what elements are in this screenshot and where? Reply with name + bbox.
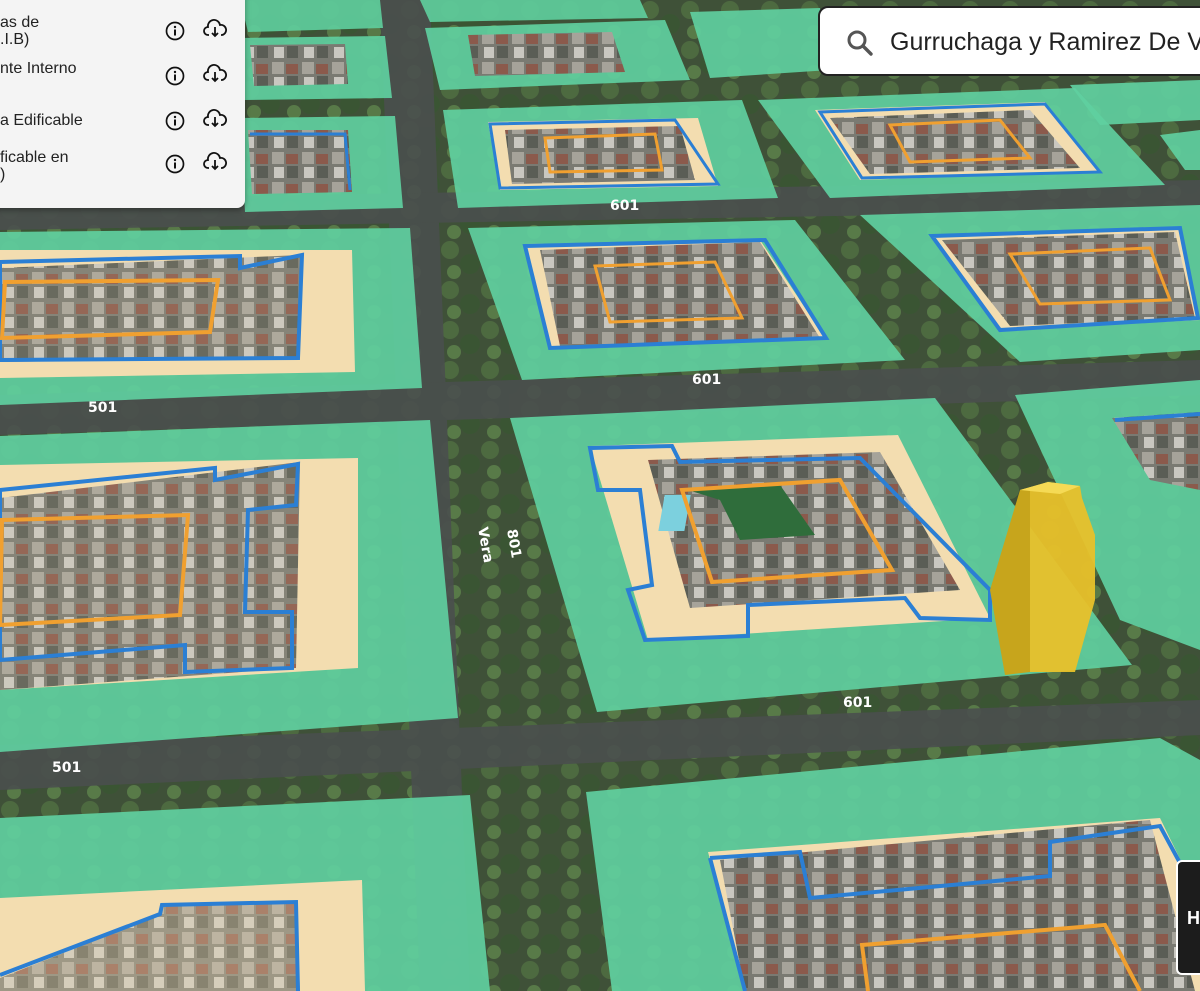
layer-label: as de .I.B): [0, 14, 40, 48]
street-label: 601: [692, 372, 721, 388]
city-block[interactable]: [690, 8, 830, 78]
city-block[interactable]: [0, 795, 490, 991]
street-label: 501: [52, 760, 81, 776]
city-block[interactable]: [443, 100, 778, 208]
map-overview-control[interactable]: H: [1176, 860, 1200, 975]
street-label: 501: [88, 400, 117, 416]
info-icon[interactable]: [162, 151, 188, 177]
layer-row[interactable]: a Edificable: [0, 109, 245, 152]
cloud-download-icon[interactable]: [202, 61, 228, 87]
cloud-download-icon[interactable]: [202, 149, 228, 175]
city-block[interactable]: [0, 420, 458, 752]
city-block[interactable]: [425, 20, 690, 90]
cloud-download-icon[interactable]: [202, 16, 228, 42]
layer-label: a Edificable: [0, 112, 83, 129]
info-icon[interactable]: [162, 108, 188, 134]
layer-row[interactable]: ficable en ): [0, 149, 245, 189]
map-overview-label: H: [1187, 908, 1200, 928]
city-block[interactable]: [240, 36, 392, 100]
search-input[interactable]: Gurruchaga y Ramirez De Vela: [890, 28, 1200, 57]
info-icon[interactable]: [162, 63, 188, 89]
layer-row[interactable]: as de .I.B): [0, 14, 245, 54]
street-label: 601: [610, 198, 639, 214]
street-label: 601: [843, 695, 872, 711]
layer-label: ficable en ): [0, 149, 69, 183]
city-block[interactable]: [0, 228, 422, 405]
city-block[interactable]: [240, 116, 403, 212]
search-icon[interactable]: [846, 29, 874, 57]
layer-label: nte Interno: [0, 60, 77, 77]
layers-panel: as de .I.B) nte Interno a Edificable fic…: [0, 0, 245, 208]
search-box[interactable]: Gurruchaga y Ramirez De Vela: [818, 6, 1200, 76]
info-icon[interactable]: [162, 18, 188, 44]
cloud-download-icon[interactable]: [202, 106, 228, 132]
layer-row[interactable]: nte Interno: [0, 60, 245, 100]
